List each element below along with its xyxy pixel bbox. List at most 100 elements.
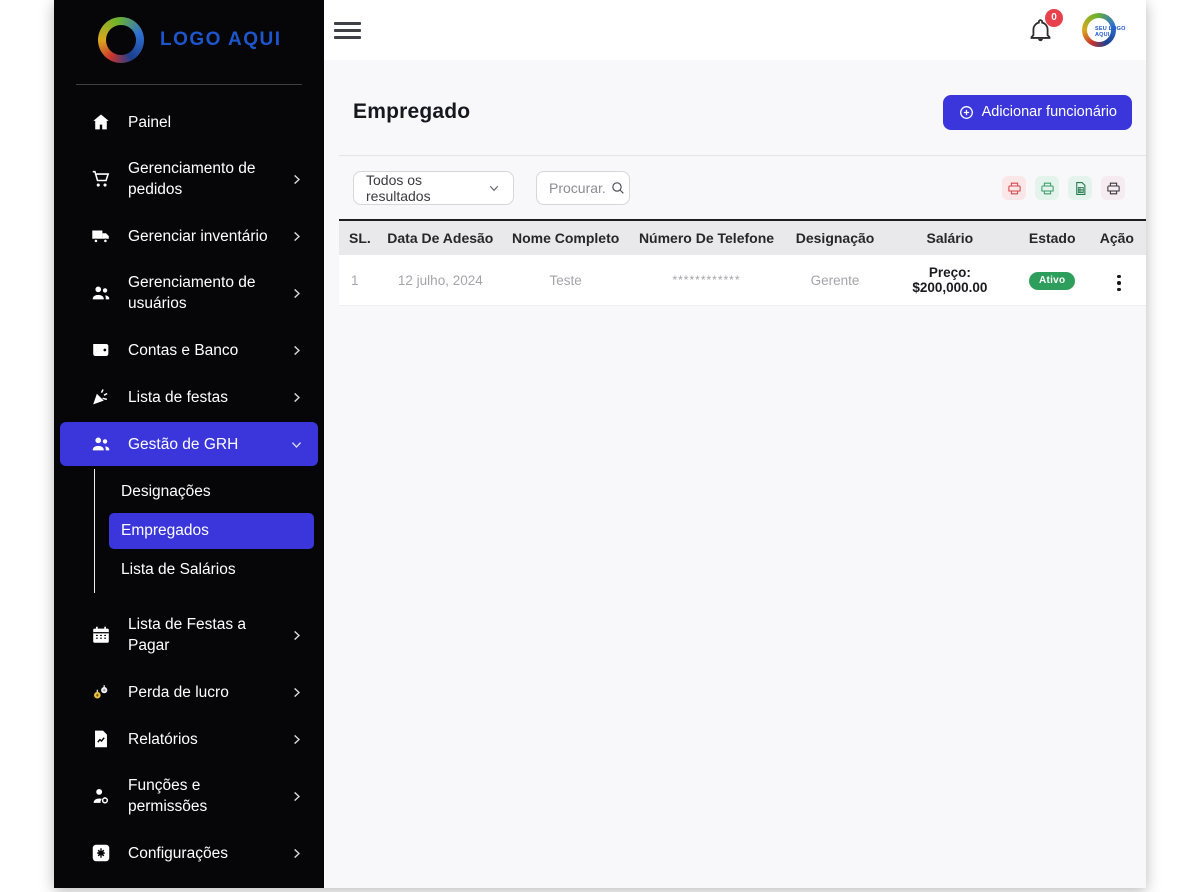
submenu-item-designacoes[interactable]: Designações [109,474,314,510]
sidebar: LOGO AQUI Painel Gerenciamento de pedido… [54,0,324,888]
users-icon [90,433,112,455]
sidebar-item-label: Perda de lucro [128,682,273,703]
sidebar-item-label: Funções e permissões [128,775,273,817]
filter-toolbar: Todos os resultados [324,156,1146,219]
sidebar-item-label: Lista de festas [128,387,273,408]
sidebar-item-label: Gerenciamento de pedidos [128,158,273,200]
sidebar-item-label: Contas e Banco [128,340,273,361]
cell-action [1092,255,1146,306]
submenu-item-empregados[interactable]: Empregados [109,513,314,549]
column-header-data-de-adesao: Data De Adesão [379,220,501,255]
print-button[interactable] [1101,176,1125,200]
row-actions-kebab-icon[interactable] [1110,272,1128,295]
logo[interactable]: LOGO AQUI [54,0,324,78]
calendar-icon [90,624,112,646]
sidebar-item-label: Gestão de GRH [128,434,273,455]
cell-designation: Gerente [783,255,887,306]
users-icon [90,282,112,304]
cart-icon [90,168,112,190]
coins-icon [90,681,112,703]
column-header-designacao: Designação [783,220,887,255]
status-badge: Ativo [1029,272,1076,290]
logo-swirl-icon [98,17,144,63]
column-header-acao: Ação [1092,220,1146,255]
chevron-right-icon [289,846,304,861]
sidebar-item-label: Painel [128,112,304,133]
submenu-item-lista-de-salarios[interactable]: Lista de Salários [109,552,314,588]
export-excel-button[interactable] [1068,176,1092,200]
column-header-estado: Estado [1013,220,1092,255]
chevron-right-icon [289,789,304,804]
chevron-down-icon [487,181,501,195]
logo-text: LOGO AQUI [160,29,282,51]
sidebar-item-gerenciar-inventario[interactable]: Gerenciar inventário [60,214,318,258]
sidebar-item-gerenciamento-de-pedidos[interactable]: Gerenciamento de pedidos [60,147,318,211]
main-area: 0 SEU LOGO AQUI Empregado Adicionar func… [324,0,1146,888]
sidebar-item-configuracoes[interactable]: Configurações [60,831,318,875]
chevron-right-icon [289,685,304,700]
results-filter-value: Todos os resultados [366,172,477,204]
home-icon [90,111,112,133]
export-csv-button[interactable] [1035,176,1059,200]
column-header-nome-completo: Nome Completo [501,220,630,255]
column-header-sl: SL. [339,220,379,255]
truck-icon [90,225,112,247]
sidebar-item-painel[interactable]: Painel [60,100,318,144]
notification-count-badge: 0 [1045,9,1063,27]
content: Empregado Adicionar funcionário Todos os… [324,60,1146,888]
printer-icon [1040,181,1055,196]
app-window: LOGO AQUI Painel Gerenciamento de pedido… [54,0,1146,888]
user-avatar[interactable]: SEU LOGO AQUI [1082,11,1128,49]
hamburger-menu-icon[interactable] [334,18,361,43]
sidebar-item-funcoes-e-permissoes[interactable]: Funções e permissões [60,764,318,828]
export-group [1002,176,1125,200]
search-icon [610,180,626,196]
sidebar-item-relatorios[interactable]: Relatórios [60,717,318,761]
sidebar-submenu: DesignaçõesEmpregadosLista de Salários [94,469,314,593]
sidebar-item-label: Gerenciar inventário [128,226,273,247]
sidebar-item-label: Lista de Festas a Pagar [128,614,273,656]
sidebar-item-gestao-de-grh[interactable]: Gestão de GRH [60,422,318,466]
chevron-right-icon [289,172,304,187]
sidebar-item-lista-de-festas-a-pagar[interactable]: Lista de Festas a Pagar [60,603,318,667]
results-filter-select[interactable]: Todos os resultados [353,171,514,205]
chevron-right-icon [289,229,304,244]
export-pdf-button[interactable] [1002,176,1026,200]
cell-status: Ativo [1013,255,1092,306]
cell-sl: 1 [339,255,379,306]
wallet-icon [90,339,112,361]
printer-icon [1007,181,1022,196]
sidebar-nav: Painel Gerenciamento de pedidos Gerencia… [54,97,324,888]
sidebar-item-gerenciamento-de-usuarios[interactable]: Gerenciamento de usuários [60,261,318,325]
cell-phone: ************ [630,255,783,306]
sidebar-item-contas-e-banco[interactable]: Contas e Banco [60,328,318,372]
add-employee-button[interactable]: Adicionar funcionário [943,95,1132,130]
chevron-right-icon [289,390,304,405]
sidebar-item-perda-de-lucro[interactable]: Perda de lucro [60,670,318,714]
sidebar-item-lista-de-festas[interactable]: Lista de festas [60,375,318,419]
cell-salary: Preço: $200,000.00 [887,255,1013,306]
doc-grid-icon [1073,181,1088,196]
sidebar-item-label: Relatórios [128,729,273,750]
employees-table: SL.Data De AdesãoNome CompletoNúmero De … [339,219,1146,306]
notifications-button[interactable]: 0 [1027,17,1054,44]
sidebar-divider [76,84,302,85]
topbar: 0 SEU LOGO AQUI [324,0,1146,60]
search-input[interactable] [547,179,609,197]
page-title: Empregado [353,100,470,124]
column-header-salario: Salário [887,220,1013,255]
table-header-row: SL.Data De AdesãoNome CompletoNúmero De … [339,220,1146,255]
settings-icon [90,842,112,864]
chevron-right-icon [289,732,304,747]
sidebar-item-label: Gerenciamento de usuários [128,272,273,314]
party-icon [90,386,112,408]
search-box[interactable] [536,171,630,205]
table-row: 1 12 julho, 2024 Teste ************ Gere… [339,255,1146,306]
avatar-logo-text: SEU LOGO AQUI [1095,26,1129,38]
report-icon [90,728,112,750]
column-header-numero-de-telefone: Número De Telefone [630,220,783,255]
chevron-right-icon [289,286,304,301]
plus-circle-icon [958,104,975,121]
cell-full-name: Teste [501,255,630,306]
person-gear-icon [90,785,112,807]
